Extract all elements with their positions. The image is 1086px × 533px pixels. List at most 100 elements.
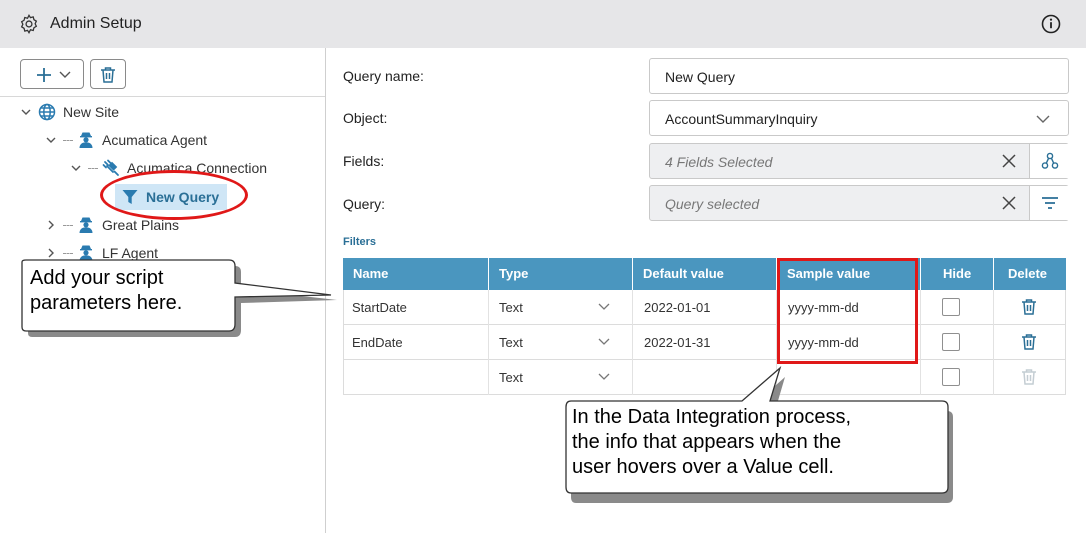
callout-left-line: Add your script xyxy=(30,267,164,289)
cell-divider xyxy=(993,325,994,360)
cell-divider xyxy=(488,360,489,395)
select-fields-button[interactable] xyxy=(1029,144,1069,178)
cell-divider xyxy=(632,325,633,360)
fields-input[interactable]: 4 Fields Selected xyxy=(649,143,1069,179)
sidebar-divider xyxy=(0,96,325,97)
table-row: Text xyxy=(343,360,1066,395)
trash-icon xyxy=(101,67,115,83)
table-row: EndDate Text 2022-01-31 yyyy-mm-dd xyxy=(343,325,1066,360)
chevron-down-icon xyxy=(1036,115,1050,123)
callout-bottom-line: In the Data Integration process, xyxy=(572,406,852,428)
grid-header: Name Type Default value Sample value Hid… xyxy=(343,258,1066,290)
chevron-down-icon[interactable] xyxy=(20,106,32,118)
trash-icon xyxy=(1022,369,1036,385)
cell-divider xyxy=(488,325,489,360)
title-bar: Admin Setup xyxy=(0,0,1086,48)
query-value: Query selected xyxy=(665,196,760,212)
new-query-highlight xyxy=(100,170,248,220)
query-input[interactable]: Query selected xyxy=(649,185,1069,221)
globe-icon xyxy=(38,103,56,121)
hide-checkbox[interactable] xyxy=(942,298,960,316)
tree-node-label: LF Agent xyxy=(102,245,159,261)
filter-lines-icon xyxy=(1042,197,1058,209)
gear-icon xyxy=(20,13,38,35)
object-value: AccountSummaryInquiry xyxy=(665,111,818,127)
cell-divider xyxy=(920,290,921,325)
hide-checkbox[interactable] xyxy=(942,368,960,386)
plus-icon xyxy=(37,68,51,82)
tree-connector xyxy=(88,167,98,169)
cell-divider xyxy=(488,290,489,325)
tree-node-label: Acumatica Agent xyxy=(102,132,208,148)
cell-type[interactable]: Text xyxy=(499,300,523,315)
clear-icon[interactable] xyxy=(1002,196,1016,210)
agent-icon xyxy=(79,245,93,261)
agent-icon xyxy=(79,132,93,148)
trash-icon[interactable] xyxy=(1021,298,1037,316)
edit-query-button[interactable] xyxy=(1029,186,1069,220)
chevron-down-icon[interactable] xyxy=(598,372,610,382)
agent-icon xyxy=(79,217,93,233)
chevron-right-icon[interactable] xyxy=(45,219,57,231)
query-label: Query: xyxy=(343,196,386,212)
chevron-down-icon xyxy=(59,71,71,78)
cell-default-value[interactable]: 2022-01-31 xyxy=(644,335,711,350)
tree-node-label: New Site xyxy=(63,104,120,120)
page-title: Admin Setup xyxy=(50,15,142,32)
cell-default-value[interactable]: 2022-01-01 xyxy=(644,300,711,315)
cell-divider xyxy=(632,290,633,325)
object-select[interactable]: AccountSummaryInquiry xyxy=(649,100,1069,136)
fields-value: 4 Fields Selected xyxy=(665,154,773,170)
cell-divider xyxy=(632,360,633,395)
column-header-default-value[interactable]: Default value xyxy=(643,266,724,281)
column-header-hide[interactable]: Hide xyxy=(943,266,971,281)
delete-node-button[interactable] xyxy=(90,59,126,89)
query-name-input[interactable]: New Query xyxy=(649,58,1069,94)
object-label: Object: xyxy=(343,110,388,126)
callout-left-text: Add your script parameters here. xyxy=(30,266,182,316)
info-icon[interactable] xyxy=(1041,14,1061,34)
callout-bottom-text: In the Data Integration process, the inf… xyxy=(572,405,851,480)
callout-left-line: parameters here. xyxy=(30,292,183,314)
cell-divider xyxy=(776,360,777,395)
cell-divider xyxy=(920,325,921,360)
cell-name[interactable]: EndDate xyxy=(352,335,403,350)
trash-icon[interactable] xyxy=(1021,333,1037,351)
chevron-down-icon[interactable] xyxy=(598,302,610,312)
cell-type[interactable]: Text xyxy=(499,370,523,385)
column-divider xyxy=(920,258,921,290)
column-header-name[interactable]: Name xyxy=(353,266,388,281)
chevron-down-icon[interactable] xyxy=(70,162,82,174)
column-divider xyxy=(488,258,489,290)
clear-icon[interactable] xyxy=(1002,154,1016,168)
chevron-right-icon[interactable] xyxy=(45,247,57,259)
column-header-type[interactable]: Type xyxy=(499,266,528,281)
callout-bottom-line: user hovers over a Value cell. xyxy=(572,456,834,478)
column-header-delete[interactable]: Delete xyxy=(1008,266,1047,281)
grid-border xyxy=(1065,290,1066,395)
cell-name[interactable]: StartDate xyxy=(352,300,407,315)
chevron-down-icon[interactable] xyxy=(45,134,57,146)
chevron-down-icon[interactable] xyxy=(598,337,610,347)
filters-title: Filters xyxy=(343,236,377,248)
column-divider xyxy=(993,258,994,290)
fields-label: Fields: xyxy=(343,153,385,169)
sample-value-highlight xyxy=(777,258,918,364)
grid-border xyxy=(343,290,344,395)
query-name-value: New Query xyxy=(665,69,736,85)
add-button[interactable] xyxy=(20,59,84,89)
tree-connector xyxy=(63,224,73,226)
cell-divider xyxy=(993,290,994,325)
plug-icon xyxy=(102,159,119,176)
tree-node-new-site[interactable]: New Site xyxy=(20,101,119,123)
tree-node-lf-agent[interactable]: LF Agent xyxy=(45,242,158,264)
tree-node-acumatica-agent[interactable]: Acumatica Agent xyxy=(45,129,207,151)
cell-type[interactable]: Text xyxy=(499,335,523,350)
fields-tree-icon xyxy=(1041,152,1059,169)
cell-divider xyxy=(993,360,994,395)
cell-divider xyxy=(920,360,921,395)
callout-bottom-line: the info that appears when the xyxy=(572,431,842,453)
tree-connector xyxy=(63,252,73,254)
hide-checkbox[interactable] xyxy=(942,333,960,351)
query-name-label: Query name: xyxy=(343,68,424,84)
